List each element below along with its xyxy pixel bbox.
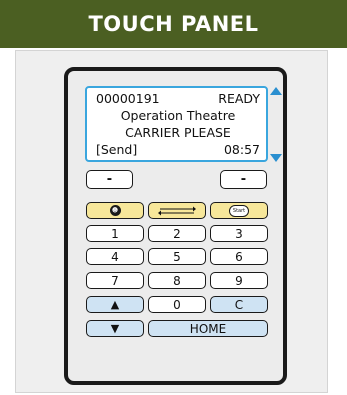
station-name: Operation Theatre: [120, 108, 236, 123]
key-1[interactable]: 1: [86, 225, 144, 242]
key-1-label: 1: [111, 226, 119, 241]
key-4-label: 4: [111, 249, 119, 264]
key-5-label: 5: [173, 249, 181, 264]
key-0-label: 0: [173, 297, 181, 312]
home-label: HOME: [189, 321, 227, 336]
home-button[interactable]: HOME: [148, 320, 268, 337]
down-button[interactable]: ▼: [86, 320, 144, 337]
start-icon: Start: [229, 204, 249, 217]
screen-line-4: [Send] 08:57: [96, 141, 260, 158]
scroll-down-icon[interactable]: [270, 154, 282, 162]
left-softkey-button[interactable]: -: [86, 170, 133, 189]
key-9-label: 9: [235, 273, 243, 288]
key-5[interactable]: 5: [148, 248, 206, 265]
right-softkey-label: -: [240, 172, 247, 187]
display-screen: 00000191 READY Operation Theatre CARRIER…: [85, 86, 268, 162]
key-3[interactable]: 3: [210, 225, 268, 242]
clear-label: C: [234, 297, 244, 312]
screen-line-3: CARRIER PLEASE: [96, 124, 260, 141]
key-8[interactable]: 8: [148, 272, 206, 289]
key-8-label: 8: [173, 273, 181, 288]
screen-line-2: Operation Theatre: [96, 107, 260, 124]
up-button[interactable]: ▲: [86, 296, 144, 313]
key-7[interactable]: 7: [86, 272, 144, 289]
swap-button[interactable]: [148, 202, 206, 219]
key-9[interactable]: 9: [210, 272, 268, 289]
clear-button[interactable]: C: [210, 296, 268, 313]
key-0[interactable]: 0: [148, 296, 206, 313]
status-text: READY: [218, 91, 260, 106]
page-header: TOUCH PANEL: [0, 0, 347, 48]
left-softkey-label: -: [106, 172, 113, 187]
key-2-label: 2: [173, 226, 181, 241]
start-button[interactable]: Start: [210, 202, 268, 219]
header-title: TOUCH PANEL: [88, 12, 259, 36]
down-arrow-icon: ▼: [110, 322, 120, 335]
key-7-label: 7: [111, 273, 119, 288]
start-icon-label: Start: [232, 207, 246, 214]
right-softkey-button[interactable]: -: [220, 170, 267, 189]
key-6[interactable]: 6: [210, 248, 268, 265]
screen-line-1: 00000191 READY: [96, 90, 260, 107]
key-2[interactable]: 2: [148, 225, 206, 242]
key-3-label: 3: [235, 226, 243, 241]
key-6-label: 6: [235, 249, 243, 264]
message-counter: 00000191: [96, 91, 160, 106]
user-button[interactable]: ☻: [86, 202, 144, 219]
clock-text: 08:57: [223, 142, 260, 157]
scroll-up-icon[interactable]: [270, 87, 282, 95]
user-icon: ☻: [109, 205, 121, 216]
up-arrow-icon: ▲: [110, 298, 120, 311]
prompt-text: CARRIER PLEASE: [125, 125, 231, 140]
key-4[interactable]: 4: [86, 248, 144, 265]
send-label: [Send]: [96, 142, 138, 157]
swap-arrows-icon: [158, 206, 196, 215]
